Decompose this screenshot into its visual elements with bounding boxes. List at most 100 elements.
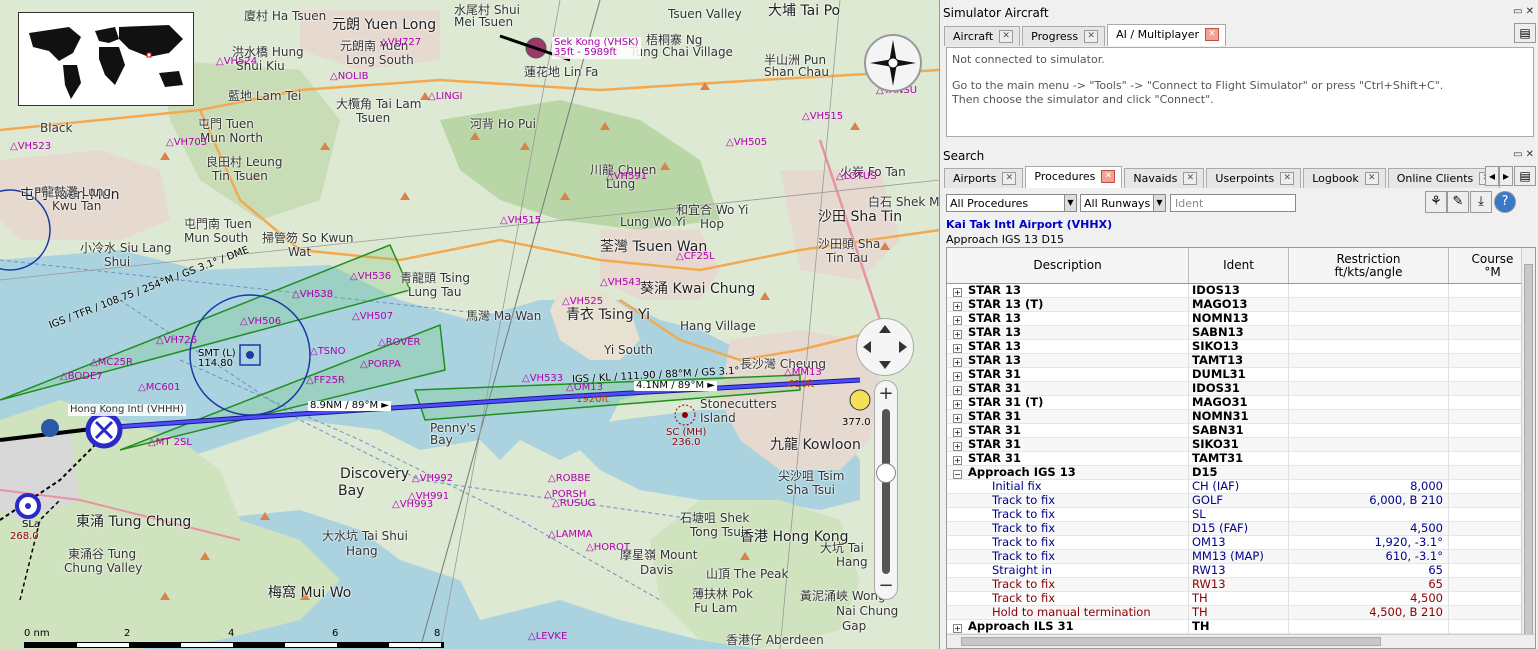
table-row[interactable]: Track to fix D15 (FAF) 4,500 bbox=[947, 522, 1527, 536]
export-icon[interactable]: ⤓ bbox=[1470, 191, 1492, 213]
tab-close-icon[interactable]: ✕ bbox=[1101, 170, 1116, 183]
table-row[interactable]: Track to fix SL bbox=[947, 508, 1527, 522]
table-row[interactable]: + STAR 13 IDOS13 bbox=[947, 284, 1527, 298]
expand-toggle-icon[interactable]: + bbox=[953, 344, 962, 353]
waypoint-label[interactable]: △VH515 bbox=[500, 216, 541, 226]
waypoint-label[interactable]: △VH506 bbox=[240, 317, 281, 327]
waypoint-label[interactable]: △MC25R bbox=[90, 358, 133, 368]
dock-float-close-icon[interactable]: ▭ ✕ bbox=[1513, 149, 1534, 160]
table-row[interactable]: + Approach ILS 31 TH bbox=[947, 620, 1527, 634]
expand-toggle-icon[interactable]: + bbox=[953, 358, 962, 367]
table-row[interactable]: + STAR 13 NOMN13 bbox=[947, 312, 1527, 326]
waypoint-label[interactable]: △FF25R bbox=[306, 376, 345, 386]
kai-tak-airport-icon[interactable] bbox=[849, 389, 871, 411]
table-row[interactable]: + STAR 13 TAMT13 bbox=[947, 354, 1527, 368]
airport-title[interactable]: Kai Tak Intl Airport (VHHX) bbox=[946, 218, 1112, 231]
scrollbar-thumb[interactable] bbox=[1524, 264, 1533, 636]
waypoint-label[interactable]: △NOLIB bbox=[330, 72, 368, 82]
expand-toggle-icon[interactable]: + bbox=[953, 400, 962, 409]
waypoint-label[interactable]: △BODE7 bbox=[60, 372, 103, 382]
waypoint-label[interactable]: △VH703 bbox=[166, 138, 207, 148]
dock-menu-icon[interactable]: ▤ bbox=[1514, 23, 1536, 43]
tab-close-icon[interactable]: ✕ bbox=[1205, 28, 1220, 41]
waypoint-label[interactable]: △MT 2SL bbox=[148, 438, 192, 448]
sek-kong-label[interactable]: Sek Kong (VHSK) 35ft - 5989ft bbox=[552, 37, 641, 59]
table-row[interactable]: + STAR 13 (T) MAGO13 bbox=[947, 298, 1527, 312]
show-procedures-map-icon[interactable]: ⚘ bbox=[1425, 191, 1447, 213]
waypoint-label[interactable]: △VH726 bbox=[156, 336, 197, 346]
airport-small-icon[interactable] bbox=[41, 419, 59, 437]
ident-search-input[interactable] bbox=[1170, 194, 1296, 212]
tab-close-icon[interactable]: ✕ bbox=[1002, 172, 1017, 185]
expand-toggle-icon[interactable]: + bbox=[953, 302, 962, 311]
column-header-ident[interactable]: Ident bbox=[1189, 248, 1289, 283]
waypoint-label[interactable]: △VH993 bbox=[392, 500, 433, 510]
tab-online-clients[interactable]: Online Clients✕ bbox=[1387, 168, 1501, 188]
expand-toggle-icon[interactable]: + bbox=[953, 330, 962, 339]
expand-toggle-icon[interactable]: + bbox=[953, 288, 962, 297]
waypoint-label[interactable]: △ROBBE bbox=[548, 474, 591, 484]
tab-close-icon[interactable]: ✕ bbox=[1183, 172, 1198, 185]
horizontal-scrollbar[interactable] bbox=[947, 634, 1535, 648]
tab-procedures[interactable]: Procedures ✕ bbox=[1025, 166, 1123, 188]
map-view[interactable]: 大埔 Tai Po 元朗 Yuen Long Tsuen Valley 屯門 Tuen… bbox=[0, 0, 940, 649]
tab-progress[interactable]: Progress ✕ bbox=[1022, 26, 1106, 46]
waypoint-label[interactable]: △VH536 bbox=[350, 272, 391, 282]
vertical-scrollbar[interactable] bbox=[1521, 248, 1535, 636]
table-row[interactable]: + STAR 31 DUML31 bbox=[947, 368, 1527, 382]
pan-control[interactable] bbox=[856, 318, 914, 376]
waypoint-label[interactable]: △LEVKE bbox=[528, 632, 567, 642]
zoom-control[interactable]: + − bbox=[874, 380, 898, 600]
hk-airport-label[interactable]: Hong Kong Intl (VHHH) bbox=[68, 404, 186, 416]
overview-map[interactable] bbox=[18, 12, 194, 106]
table-row[interactable]: Track to fix TH 4,500 bbox=[947, 592, 1527, 606]
waypoint-label[interactable]: △VH591 bbox=[606, 172, 647, 182]
waypoint-label[interactable]: △VH992 bbox=[412, 474, 453, 484]
table-row[interactable]: + STAR 31 TAMT31 bbox=[947, 452, 1527, 466]
expand-toggle-icon[interactable]: + bbox=[953, 386, 962, 395]
waypoint-label[interactable]: △VH524 bbox=[216, 57, 257, 67]
waypoint-label[interactable]: △PORPA bbox=[360, 360, 401, 370]
table-row[interactable]: Hold to manual termination TH 4,500, B 210 bbox=[947, 606, 1527, 620]
waypoint-label[interactable]: △LINGI bbox=[428, 92, 462, 102]
waypoint-label[interactable]: △LOTUS bbox=[836, 172, 877, 182]
waypoint-label[interactable]: △VH543 bbox=[600, 278, 641, 288]
tab-close-icon[interactable]: ✕ bbox=[1364, 172, 1379, 185]
expand-toggle-icon[interactable]: + bbox=[953, 316, 962, 325]
table-row[interactable]: Initial fix CH (IAF) 8,000 bbox=[947, 480, 1527, 494]
table-row[interactable]: + STAR 31 (T) MAGO31 bbox=[947, 396, 1527, 410]
waypoint-label[interactable]: △LAMMA bbox=[548, 530, 592, 540]
table-row[interactable]: Track to fix MM13 (MAP) 610, -3.1° bbox=[947, 550, 1527, 564]
tab-scroll-left-icon[interactable]: ◂ bbox=[1485, 166, 1499, 186]
vor-icon[interactable] bbox=[246, 351, 254, 359]
tab-navaids[interactable]: Navaids ✕ bbox=[1124, 168, 1205, 188]
waypoint-label[interactable]: △VH533 bbox=[522, 374, 563, 384]
waypoint-label[interactable]: △VH515 bbox=[802, 112, 843, 122]
waypoint-label[interactable]: △VH525 bbox=[562, 297, 603, 307]
table-row[interactable]: Track to fix RW13 65 bbox=[947, 578, 1527, 592]
column-header-restriction[interactable]: Restriction ft/kts/angle bbox=[1289, 248, 1449, 283]
table-row[interactable]: + STAR 31 SABN31 bbox=[947, 424, 1527, 438]
tab-ai-multiplayer[interactable]: AI / Multiplayer ✕ bbox=[1107, 24, 1227, 46]
help-icon[interactable]: ? bbox=[1494, 191, 1516, 213]
expand-toggle-icon[interactable]: + bbox=[953, 428, 962, 437]
tab-close-icon[interactable]: ✕ bbox=[1084, 30, 1099, 43]
table-row[interactable]: + STAR 31 NOMN31 bbox=[947, 410, 1527, 424]
zoom-slider-handle[interactable] bbox=[876, 463, 896, 483]
zoom-out-button[interactable]: − bbox=[875, 575, 897, 597]
expand-toggle-icon[interactable]: + bbox=[953, 442, 962, 451]
waypoint-label[interactable]: △TSNO bbox=[310, 347, 346, 357]
waypoint-label[interactable]: △VH507 bbox=[352, 312, 393, 322]
table-row[interactable]: + STAR 31 IDOS31 bbox=[947, 382, 1527, 396]
waypoint-label[interactable]: △CF25L bbox=[676, 252, 715, 262]
tab-aircraft[interactable]: Aircraft ✕ bbox=[944, 26, 1021, 46]
scrollbar-thumb[interactable] bbox=[961, 637, 1381, 646]
tab-userpoints[interactable]: Userpoints ✕ bbox=[1206, 168, 1302, 188]
waypoint-label[interactable]: △MC601 bbox=[138, 383, 180, 393]
table-row[interactable]: Track to fix OM13 1,920, -3.1° bbox=[947, 536, 1527, 550]
search-filter-icon[interactable]: ✎ bbox=[1447, 191, 1469, 213]
waypoint-label[interactable]: △ROVER bbox=[378, 338, 420, 348]
dock-float-close-icon[interactable]: ▭ ✕ bbox=[1513, 6, 1534, 17]
waypoint-label[interactable]: △VH505 bbox=[726, 138, 767, 148]
waypoint-label[interactable]: △RUSUG bbox=[552, 499, 595, 509]
